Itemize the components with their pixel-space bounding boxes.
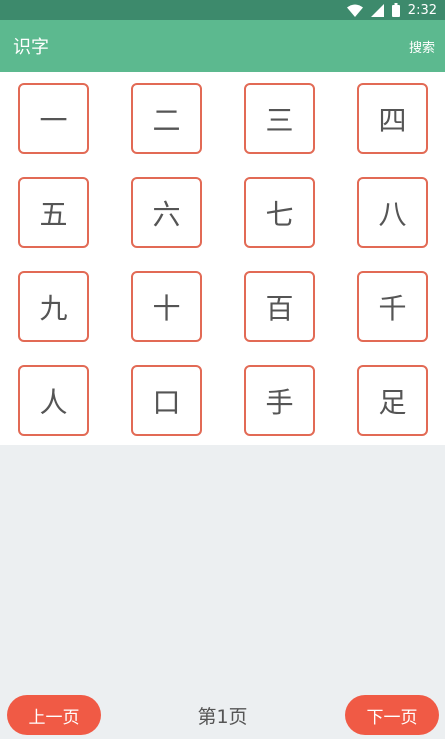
character-card[interactable]: 九	[18, 271, 89, 342]
character-card[interactable]: 人	[18, 365, 89, 436]
prev-page-button[interactable]: 上一页	[7, 695, 101, 735]
character-grid: 一 二 三 四 五 六 七 八 九 十 百 千 人 口 手 足	[18, 83, 428, 436]
battery-icon	[391, 3, 400, 17]
next-page-button[interactable]: 下一页	[345, 695, 439, 735]
character-card[interactable]: 口	[131, 365, 202, 436]
character-card[interactable]: 六	[131, 177, 202, 248]
app-bar: 识字 搜索	[0, 20, 445, 72]
character-card[interactable]: 七	[244, 177, 315, 248]
character-card[interactable]: 足	[357, 365, 428, 436]
status-bar: 2:32	[0, 0, 445, 20]
character-card[interactable]: 二	[131, 83, 202, 154]
character-grid-area: 一 二 三 四 五 六 七 八 九 十 百 千 人 口 手 足	[0, 72, 445, 445]
search-button[interactable]: 搜索	[409, 37, 435, 56]
character-card[interactable]: 四	[357, 83, 428, 154]
signal-icon	[370, 3, 384, 17]
character-card[interactable]: 千	[357, 271, 428, 342]
page-title: 识字	[13, 37, 49, 58]
status-time: 2:32	[407, 2, 437, 18]
character-card[interactable]: 手	[244, 365, 315, 436]
character-card[interactable]: 一	[18, 83, 89, 154]
character-card[interactable]: 三	[244, 83, 315, 154]
character-card[interactable]: 八	[357, 177, 428, 248]
pagination-footer: 第1页 上一页 下一页	[0, 695, 445, 735]
character-card[interactable]: 五	[18, 177, 89, 248]
character-card[interactable]: 十	[131, 271, 202, 342]
wifi-icon	[346, 4, 363, 17]
character-card[interactable]: 百	[244, 271, 315, 342]
